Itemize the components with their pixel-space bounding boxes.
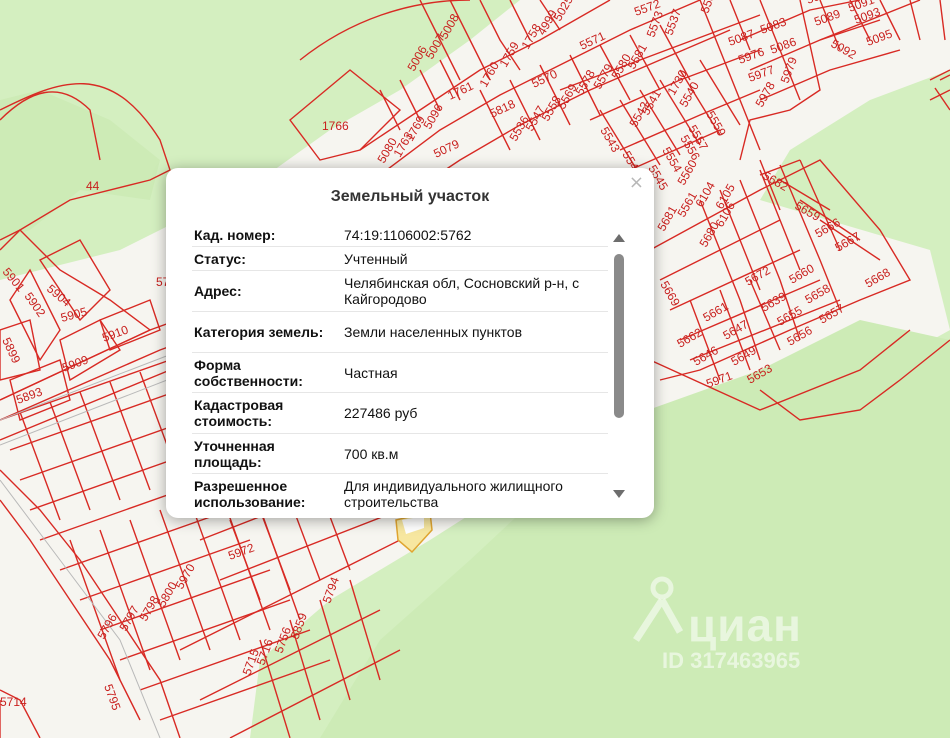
parcel-label: 1766 (322, 119, 349, 133)
row-key: Статус: (194, 250, 246, 267)
row-value: 227486 руб (344, 405, 418, 421)
row-key: Уточненная площадь: (194, 437, 275, 470)
scroll-thumb[interactable] (614, 254, 624, 418)
parcel-info-popup: Земельный участок × Кад. номер: 74:19:11… (166, 168, 654, 518)
row-value: Челябинская обл, Сосновский р-н, с Кайго… (344, 275, 580, 307)
row-key: Адрес: (194, 283, 242, 299)
row-address: Адрес: Челябинская обл, Сосновский р-н, … (192, 271, 608, 312)
parcel-label: 5714 (0, 695, 27, 709)
watermark-brand: циан (688, 599, 802, 651)
watermark-listing-id: ID 317463965 (662, 648, 801, 673)
row-value: Учтенный (344, 250, 408, 267)
row-cadastral-number: Кад. номер: 74:19:1106002:5762 (192, 224, 608, 247)
scroll-up-arrow-icon[interactable] (613, 234, 625, 242)
row-value: 700 кв.м (344, 445, 399, 462)
row-cadastral-value: Кадастровая стоимость: 227486 руб (192, 393, 608, 434)
row-value: Для индивидуального жилищного строительс… (344, 478, 563, 510)
popup-scrollbar[interactable] (613, 234, 625, 498)
row-permitted-use: Разрешенное использование: Для индивидуа… (192, 474, 608, 514)
row-key: Разрешенное использование: (194, 478, 306, 510)
row-key: Кад. номер: (194, 227, 276, 243)
row-key: Категория земель: (194, 324, 324, 340)
row-status: Статус: Учтенный (192, 247, 608, 271)
row-key: Форма собственности: (194, 356, 303, 389)
parcel-label: 44 (86, 179, 100, 193)
row-ownership-form: Форма собственности: Частная (192, 353, 608, 393)
popup-title: Земельный участок (330, 188, 490, 205)
row-value: Земли населенных пунктов (344, 324, 523, 340)
row-value: Частная (344, 364, 398, 381)
row-value: 74:19:1106002:5762 (344, 227, 472, 243)
row-land-category: Категория земель: Земли населенных пункт… (192, 312, 608, 353)
attribute-table: Кад. номер: 74:19:1106002:5762 Статус: У… (192, 224, 608, 514)
cian-logo-icon (633, 576, 684, 642)
scroll-down-arrow-icon[interactable] (613, 490, 625, 498)
row-area: Уточненная площадь: 700 кв.м (192, 434, 608, 474)
close-icon[interactable]: × (629, 172, 644, 193)
row-key: Кадастровая стоимость: (194, 397, 284, 429)
